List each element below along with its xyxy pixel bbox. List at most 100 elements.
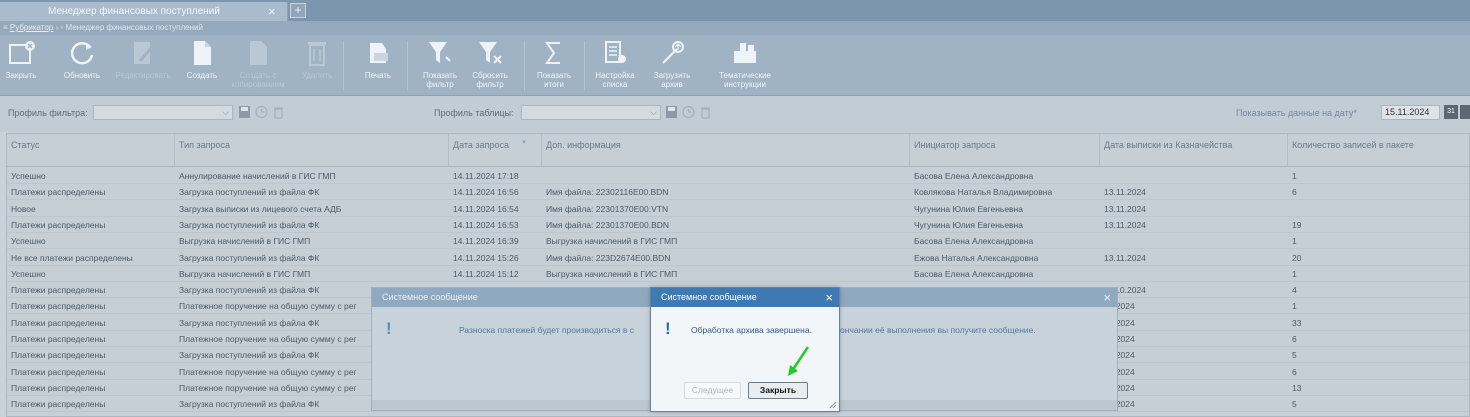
table-cell: Платежное поручение на общую сумму с рег xyxy=(179,382,357,393)
trash-icon[interactable] xyxy=(699,105,712,119)
refresh-icon xyxy=(70,42,94,65)
filter-profile-select[interactable]: ⌵ xyxy=(93,105,233,120)
close-button[interactable]: Закрыть xyxy=(3,39,39,80)
breadcrumb-current: Менеджер финансовых поступлений xyxy=(65,23,203,32)
column-header[interactable]: Тип запроса xyxy=(175,134,449,167)
breadcrumb-root-link[interactable]: Рубрикатор xyxy=(10,23,53,32)
list-settings-button[interactable]: Настройка списка xyxy=(591,39,639,89)
create-button-label: Создать xyxy=(186,71,218,80)
column-header[interactable]: Количество записей в пакете xyxy=(1288,134,1469,167)
table-cell: Платежное поручение на общую сумму с рег xyxy=(179,366,357,377)
table-cell: Платежи распределены xyxy=(11,187,106,198)
sort-desc-icon[interactable]: ▼ xyxy=(521,140,527,146)
table-cell: 14.11.2024 17:18 xyxy=(453,171,519,181)
reset-filter-button[interactable]: Сбросить фильтр xyxy=(468,39,512,89)
table-cell: Загрузка поступлений из файла ФК xyxy=(179,399,320,410)
save-profile-icon[interactable] xyxy=(238,105,251,119)
table-cell: 14.11.2024 16:54 xyxy=(453,203,519,214)
show-totals-button[interactable]: Показать итоги xyxy=(532,39,576,89)
save-profile-icon[interactable] xyxy=(665,105,678,119)
clock-icon[interactable] xyxy=(682,105,695,119)
table-cell: Басова Елена Александровна xyxy=(914,236,1034,247)
load-archive-button-label: Загрузить архив xyxy=(653,71,691,89)
filter-clear-icon xyxy=(479,42,502,64)
table-cell: Платежи распределены xyxy=(11,350,106,361)
toolbar-separator xyxy=(584,41,585,91)
load-archive-button[interactable]: Загрузить архив xyxy=(649,39,695,89)
menu-icon[interactable]: ≡ xyxy=(3,23,8,32)
table-cell: Загрузка выписки из лицевого счета АДБ xyxy=(179,203,342,214)
table-cell: 1 xyxy=(1292,236,1297,247)
table-row[interactable]: Успешно Аннулирование начислений в ГИС ГМ… xyxy=(7,168,1469,184)
date-label-text: Показывать данные на дату xyxy=(1236,108,1354,118)
resize-grip-icon[interactable] xyxy=(829,401,837,409)
annotation-arrow-icon xyxy=(788,346,810,376)
table-cell: 14.11.2024 15:26 xyxy=(453,252,519,263)
table-row[interactable]: Не все платежи распределены Загрузка пост… xyxy=(7,250,1469,266)
tab-close-icon[interactable]: × xyxy=(268,4,276,19)
table-cell: Имя файла: 22301370E00.VTN xyxy=(546,203,669,214)
tab-finance-manager[interactable]: Менеджер финансовых поступлений × xyxy=(0,2,288,21)
breadcrumb-separator: › xyxy=(55,23,59,32)
table-cell: 13.11.2024 xyxy=(1104,187,1146,198)
create-button[interactable]: Создать xyxy=(183,39,221,80)
edit-button[interactable]: Редактировать xyxy=(112,39,174,80)
create-copy-button-label: Создать с копированием xyxy=(231,71,285,89)
add-tab-button[interactable]: + xyxy=(290,3,306,18)
delete-button[interactable]: Удалить xyxy=(297,39,337,80)
table-cell: Платежи распределены xyxy=(11,285,106,296)
column-header[interactable]: Статус xyxy=(7,134,175,167)
table-cell: Загрузка поступлений из файла ФК xyxy=(179,317,320,328)
list-settings-button-label: Настройка списка xyxy=(595,71,635,89)
column-header[interactable]: Инициатор запроса xyxy=(910,134,1100,167)
table-cell: 14.11.2024 16:56 xyxy=(453,187,519,198)
table-row[interactable]: Платежи распределены Загрузка поступлений… xyxy=(7,184,1469,201)
books-icon xyxy=(734,43,756,63)
table-header: Статус Тип запроса Дата запроса ▼ Доп. инфор… xyxy=(7,134,1469,167)
column-header[interactable]: Дата запроса xyxy=(449,134,542,167)
column-header[interactable]: Дата выписки из Казначейства xyxy=(1100,134,1288,167)
table-row[interactable]: Успешно Выгрузка начислений в ГИС ГМП 14.1… xyxy=(7,266,1469,282)
table-cell: Выгрузка начислений в ГИС ГМП xyxy=(546,236,678,247)
table-row[interactable]: Новое Загрузка выписки из лицевого счета … xyxy=(7,201,1469,217)
table-cell: Басова Елена Александровна xyxy=(914,268,1034,279)
date-dropdown-icon[interactable] xyxy=(1460,105,1470,119)
trash-icon[interactable] xyxy=(272,105,285,119)
refresh-button[interactable]: Обновить xyxy=(60,39,104,80)
breadcrumb: ≡ Рубрикатор › ▫ Менеджер финансовых пос… xyxy=(0,21,1470,35)
table-row[interactable]: Платежи распределены Загрузка поступлений… xyxy=(7,217,1469,233)
table-profile-label: Профиль таблицы: xyxy=(434,108,514,118)
column-header[interactable]: Доп. информация xyxy=(542,134,910,167)
print-icon xyxy=(370,43,388,63)
show-filter-button[interactable]: Показать фильтр xyxy=(418,39,462,89)
table-cell: Аннулирование начислений в ГИС ГМП xyxy=(179,171,336,181)
refresh-button-label: Обновить xyxy=(63,71,101,80)
table-cell: 5 xyxy=(1292,399,1297,410)
calendar-icon[interactable]: 31 xyxy=(1444,105,1458,119)
instructions-button[interactable]: Тематические инструкции xyxy=(712,39,778,89)
close-icon[interactable]: × xyxy=(1103,290,1111,305)
print-button[interactable]: Печать xyxy=(358,39,398,80)
table-cell: 1 xyxy=(1292,301,1297,312)
table-cell: Загрузка поступлений из файла ФК xyxy=(179,187,320,198)
table-cell: 6 xyxy=(1292,366,1297,377)
close-button[interactable]: Закрыть xyxy=(748,382,808,399)
table-row[interactable]: Успешно Выгрузка начислений в ГИС ГМП 14.1… xyxy=(7,233,1469,250)
create-copy-button[interactable]: Создать с копированием xyxy=(229,39,287,89)
table-cell: 14.11.2024 16:39 xyxy=(453,236,519,247)
dialog-message-right: ончании её выполнения вы получите сообще… xyxy=(840,325,1036,335)
next-button[interactable]: Следущее xyxy=(684,382,741,399)
table-cell: Загрузка поступлений из файла ФК xyxy=(179,252,320,263)
close-icon[interactable]: × xyxy=(825,290,833,305)
clock-icon[interactable] xyxy=(255,105,268,119)
date-field[interactable]: 15.11.2024 xyxy=(1381,105,1440,120)
chevron-down-icon: ⌵ xyxy=(650,107,657,117)
table-cell: 33 xyxy=(1292,317,1302,328)
table-cell: 1 xyxy=(1292,171,1297,181)
dialog-title: Системное сообщение xyxy=(651,288,839,307)
table-cell: Платежи распределены xyxy=(11,382,106,393)
table-cell: Загрузка поступлений из файла ФК xyxy=(179,350,320,361)
table-profile-select[interactable]: ⌵ xyxy=(521,105,661,120)
edit-button-label: Редактировать xyxy=(115,71,171,80)
trash-icon xyxy=(308,42,326,66)
